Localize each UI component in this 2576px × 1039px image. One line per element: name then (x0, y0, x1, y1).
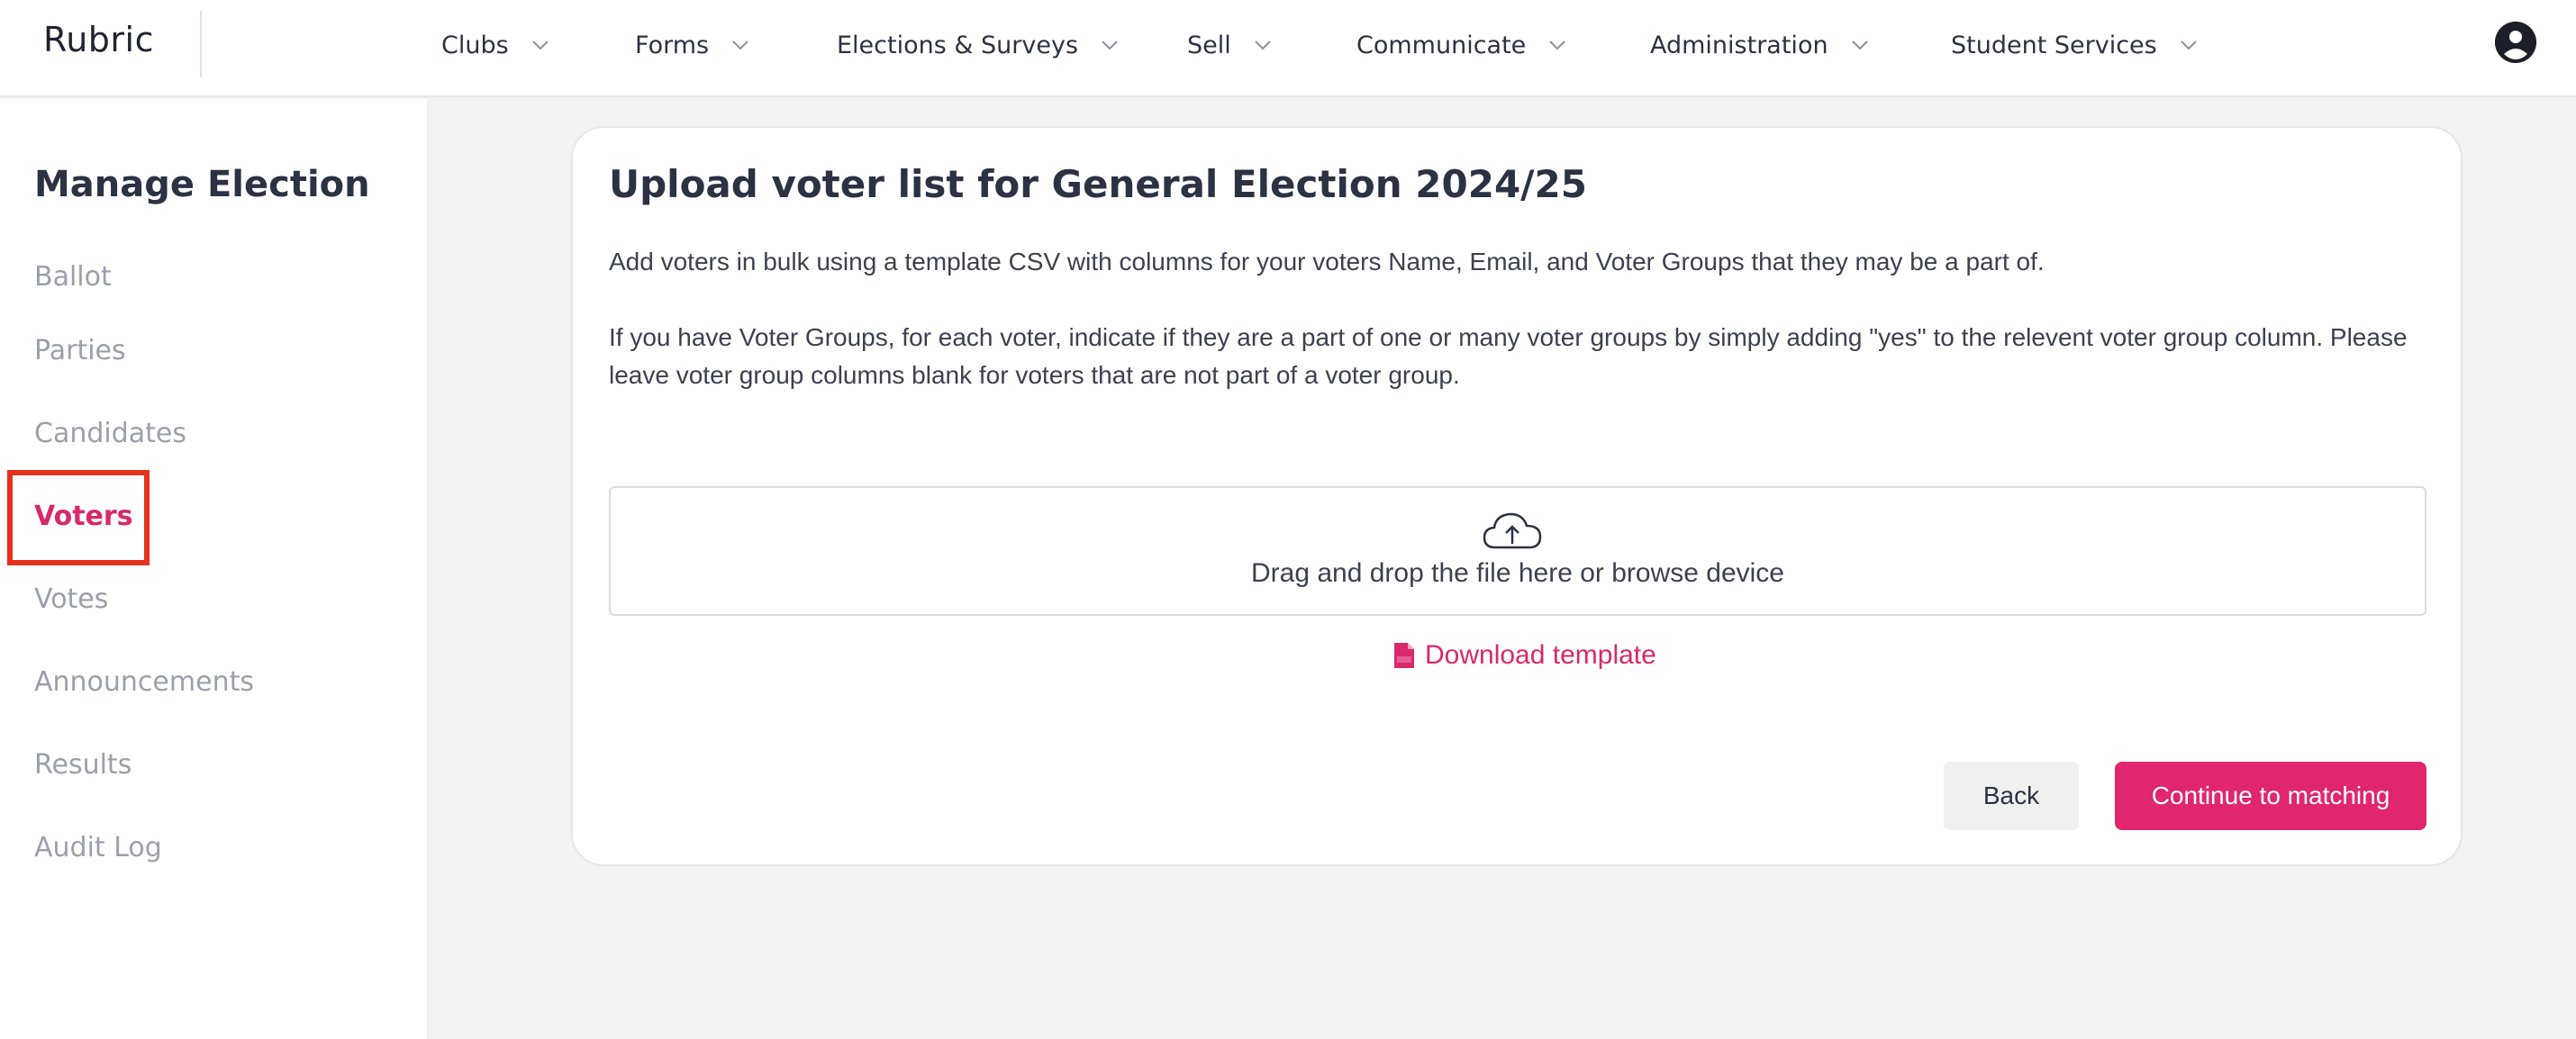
user-circle-icon (2495, 22, 2536, 63)
sidebar-item-ballot[interactable]: Ballot (34, 261, 112, 293)
nav-student-services[interactable]: Student Services (1951, 27, 2199, 63)
nav-administration-label: Administration (1650, 31, 1828, 59)
nav-elections-surveys-label: Elections & Surveys (837, 31, 1079, 59)
manage-election-sidebar: Manage Election Ballot Parties Candidate… (0, 99, 427, 1039)
nav-sell-label: Sell (1187, 31, 1231, 59)
nav-sell[interactable]: Sell (1187, 27, 1273, 63)
top-navigation-bar: Rubric Clubs Forms Elections & Surveys S… (0, 0, 2576, 97)
chevron-down-icon (531, 41, 549, 50)
sidebar-item-parties[interactable]: Parties (34, 335, 126, 366)
continue-to-matching-button[interactable]: Continue to matching (2115, 762, 2426, 830)
csv-file-icon (1394, 643, 1414, 668)
nav-clubs-label: Clubs (441, 31, 509, 59)
nav-elections-surveys[interactable]: Elections & Surveys (837, 27, 1120, 63)
selection-highlight-box (7, 470, 150, 565)
dropzone-text: Drag and drop the file here or browse de… (1250, 558, 1784, 588)
nav-communicate[interactable]: Communicate (1356, 27, 1567, 63)
upload-voter-list-card: Upload voter list for General Election 2… (571, 126, 2463, 866)
chevron-down-icon (2181, 41, 2197, 50)
sidebar-item-audit-log[interactable]: Audit Log (34, 832, 162, 863)
download-template-label: Download template (1425, 640, 1656, 670)
chevron-down-icon (1102, 41, 1118, 50)
user-avatar-button[interactable] (2495, 22, 2536, 63)
page-title: Upload voter list for General Election 2… (609, 162, 1587, 206)
rubric-logo[interactable]: Rubric (43, 20, 154, 59)
sidebar-item-votes[interactable]: Votes (34, 583, 108, 615)
chevron-down-icon (1255, 41, 1271, 50)
logo-divider (200, 11, 202, 77)
cloud-upload-icon (1483, 512, 1542, 549)
nav-student-services-label: Student Services (1951, 31, 2157, 59)
chevron-down-icon (1851, 41, 1868, 50)
nav-administration[interactable]: Administration (1650, 27, 1870, 63)
sidebar-item-announcements[interactable]: Announcements (34, 666, 254, 698)
sidebar-item-candidates[interactable]: Candidates (34, 418, 186, 449)
nav-communicate-label: Communicate (1356, 31, 1527, 59)
sidebar-title: Manage Election (34, 164, 370, 205)
chevron-down-icon (1549, 41, 1566, 50)
nav-forms[interactable]: Forms (635, 27, 750, 63)
nav-forms-label: Forms (635, 31, 710, 59)
back-button[interactable]: Back (1944, 762, 2079, 830)
chevron-down-icon (732, 41, 748, 50)
sidebar-item-results[interactable]: Results (34, 749, 132, 781)
download-template-link[interactable]: Download template (1394, 637, 1656, 673)
nav-clubs[interactable]: Clubs (441, 27, 550, 63)
file-dropzone[interactable]: Drag and drop the file here or browse de… (609, 486, 2426, 616)
intro-paragraph: Add voters in bulk using a template CSV … (609, 248, 2045, 276)
voter-groups-paragraph: If you have Voter Groups, for each voter… (609, 323, 2408, 389)
